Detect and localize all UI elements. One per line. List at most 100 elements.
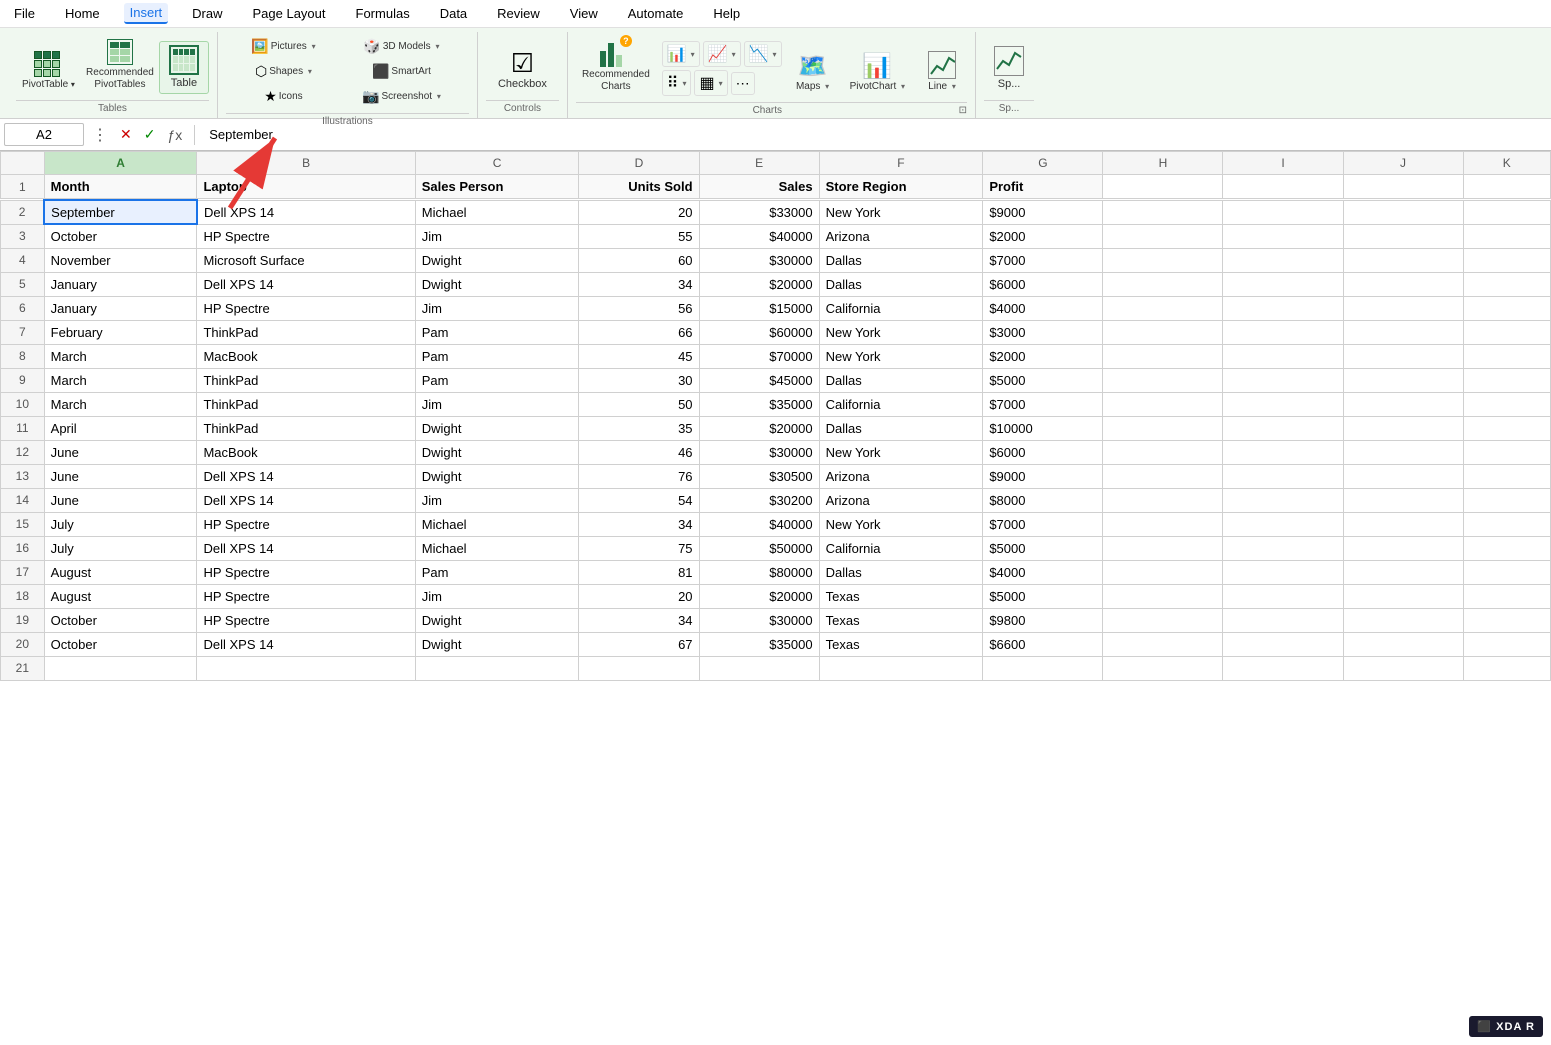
cell-a12[interactable]: June [44,440,197,464]
cell-j4[interactable] [1343,248,1463,272]
cell-h8[interactable] [1103,344,1223,368]
cell-i1[interactable] [1223,175,1343,199]
cell-d9[interactable]: 30 [579,368,699,392]
cell-e3[interactable]: $40000 [699,224,819,248]
cell-f15[interactable]: New York [819,512,983,536]
cell-f20[interactable]: Texas [819,632,983,656]
cell-c15[interactable]: Michael [415,512,579,536]
area-chart-button[interactable]: ▦ ▾ [694,70,727,96]
cell-d16[interactable]: 75 [579,536,699,560]
cell-a11[interactable]: April [44,416,197,440]
cell-k9[interactable] [1463,368,1550,392]
cell-b3[interactable]: HP Spectre [197,224,415,248]
cell-j11[interactable] [1343,416,1463,440]
cell-i13[interactable] [1223,464,1343,488]
cell-h16[interactable] [1103,536,1223,560]
cell-b19[interactable]: HP Spectre [197,608,415,632]
cell-e7[interactable]: $60000 [699,320,819,344]
cell-i16[interactable] [1223,536,1343,560]
cell-b4[interactable]: Microsoft Surface [197,248,415,272]
cell-c13[interactable]: Dwight [415,464,579,488]
cell-k19[interactable] [1463,608,1550,632]
cell-a10[interactable]: March [44,392,197,416]
cell-k14[interactable] [1463,488,1550,512]
cell-f9[interactable]: Dallas [819,368,983,392]
cell-j1[interactable] [1343,175,1463,199]
cell-d5[interactable]: 34 [579,272,699,296]
cell-d2[interactable]: 20 [579,200,699,224]
cell-d10[interactable]: 50 [579,392,699,416]
menu-insert[interactable]: Insert [124,3,169,24]
cell-i18[interactable] [1223,584,1343,608]
cell-k20[interactable] [1463,632,1550,656]
col-header-j[interactable]: J [1343,152,1463,175]
col-header-e[interactable]: E [699,152,819,175]
cell-c18[interactable]: Jim [415,584,579,608]
cell-j21[interactable] [1343,656,1463,680]
menu-help[interactable]: Help [707,4,746,23]
menu-draw[interactable]: Draw [186,4,228,23]
menu-home[interactable]: Home [59,4,106,23]
cell-k11[interactable] [1463,416,1550,440]
cell-c17[interactable]: Pam [415,560,579,584]
menu-file[interactable]: File [8,4,41,23]
cell-a7[interactable]: February [44,320,197,344]
cell-a3[interactable]: October [44,224,197,248]
cell-c11[interactable]: Dwight [415,416,579,440]
cell-i15[interactable] [1223,512,1343,536]
3d-models-button[interactable]: 🎲 3D Models ▾ [341,36,461,57]
cell-k17[interactable] [1463,560,1550,584]
cell-e1[interactable]: Sales [699,175,819,199]
cell-a21[interactable] [44,656,197,680]
menu-review[interactable]: Review [491,4,546,23]
maps-button[interactable]: 🗺️ Maps ▾ [788,52,838,96]
cell-d7[interactable]: 66 [579,320,699,344]
cell-j10[interactable] [1343,392,1463,416]
cell-c10[interactable]: Jim [415,392,579,416]
cell-g16[interactable]: $5000 [983,536,1103,560]
cell-c5[interactable]: Dwight [415,272,579,296]
col-header-c[interactable]: C [415,152,579,175]
cell-e19[interactable]: $30000 [699,608,819,632]
cell-d13[interactable]: 76 [579,464,699,488]
cell-g4[interactable]: $7000 [983,248,1103,272]
cell-f19[interactable]: Texas [819,608,983,632]
cell-e5[interactable]: $20000 [699,272,819,296]
cell-k4[interactable] [1463,248,1550,272]
cell-e12[interactable]: $30000 [699,440,819,464]
col-header-h[interactable]: H [1103,152,1223,175]
cell-i20[interactable] [1223,632,1343,656]
cell-b14[interactable]: Dell XPS 14 [197,488,415,512]
cell-d15[interactable]: 34 [579,512,699,536]
cell-j7[interactable] [1343,320,1463,344]
col-header-d[interactable]: D [579,152,699,175]
cell-j5[interactable] [1343,272,1463,296]
cell-k21[interactable] [1463,656,1550,680]
cell-b5[interactable]: Dell XPS 14 [197,272,415,296]
cell-j6[interactable] [1343,296,1463,320]
cell-a16[interactable]: July [44,536,197,560]
cell-h4[interactable] [1103,248,1223,272]
cell-a19[interactable]: October [44,608,197,632]
cell-d18[interactable]: 20 [579,584,699,608]
cell-g21[interactable] [983,656,1103,680]
cell-d21[interactable] [579,656,699,680]
cell-i6[interactable] [1223,296,1343,320]
cell-c9[interactable]: Pam [415,368,579,392]
cell-e15[interactable]: $40000 [699,512,819,536]
cell-g2[interactable]: $9000 [983,200,1103,224]
cell-d3[interactable]: 55 [579,224,699,248]
cell-f21[interactable] [819,656,983,680]
cell-e14[interactable]: $30200 [699,488,819,512]
cell-b1[interactable]: Laptop [197,175,415,199]
cell-b10[interactable]: ThinkPad [197,392,415,416]
cell-f11[interactable]: Dallas [819,416,983,440]
cell-a1[interactable]: Month [44,175,197,199]
cell-a15[interactable]: July [44,512,197,536]
cell-a5[interactable]: January [44,272,197,296]
cell-g17[interactable]: $4000 [983,560,1103,584]
cell-i5[interactable] [1223,272,1343,296]
cell-h14[interactable] [1103,488,1223,512]
cell-e20[interactable]: $35000 [699,632,819,656]
cell-k13[interactable] [1463,464,1550,488]
